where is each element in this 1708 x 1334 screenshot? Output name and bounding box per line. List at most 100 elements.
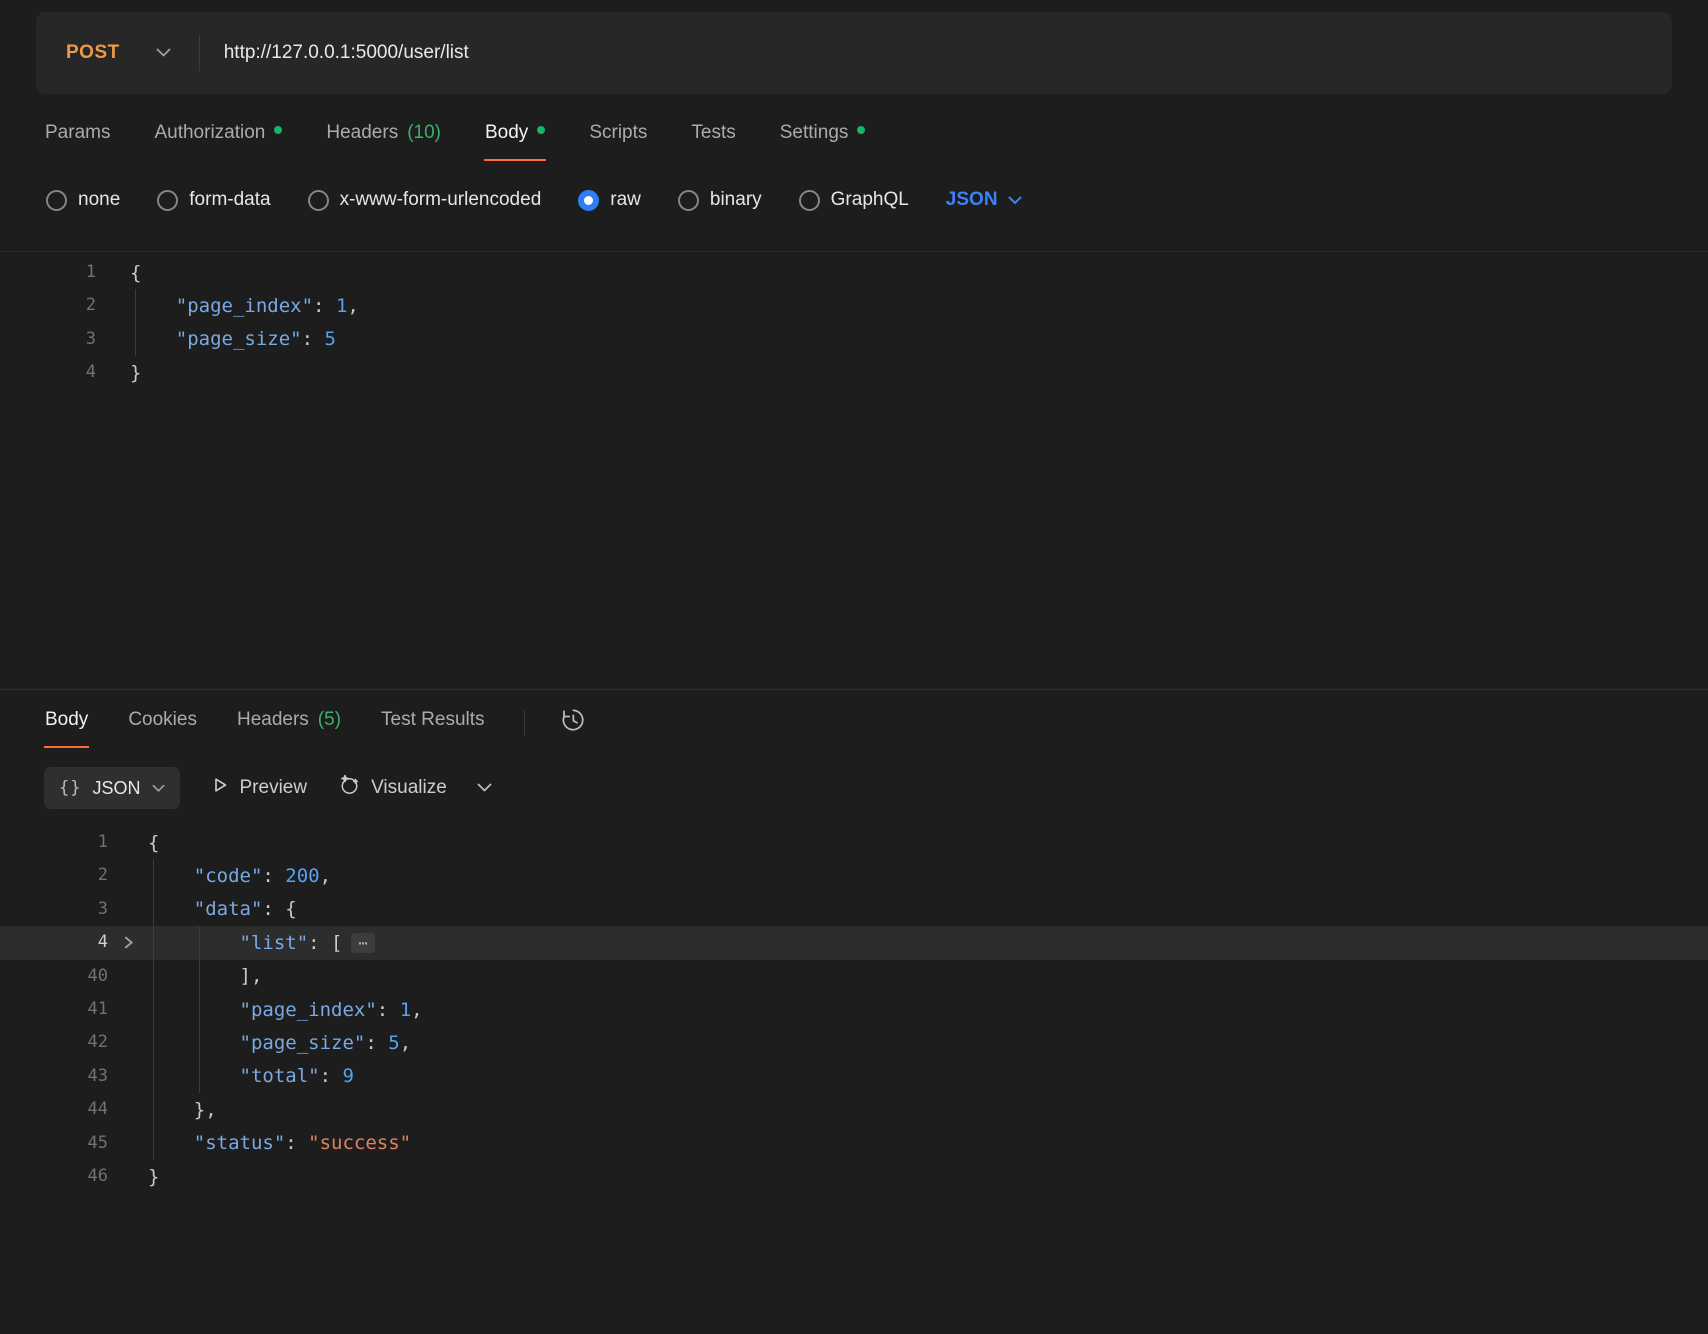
request-tab-body[interactable]: Body — [484, 110, 547, 161]
code-text: "list": [⋯ — [148, 926, 1708, 960]
code-line-4[interactable]: 4} — [0, 356, 1708, 389]
code-token: : — [285, 1132, 309, 1155]
code-line-1[interactable]: 1{ — [0, 256, 1708, 289]
request-tab-settings[interactable]: Settings — [779, 110, 867, 161]
response-tab-test-results[interactable]: Test Results — [380, 697, 485, 748]
code-token: , — [319, 865, 332, 888]
body-type-graphql[interactable]: GraphQL — [798, 189, 909, 211]
line-number: 44 — [87, 1099, 108, 1120]
fold-space — [108, 1060, 148, 1093]
code-line-3[interactable]: 3 "data": { — [0, 892, 1708, 927]
preview-button[interactable]: Preview — [210, 775, 308, 801]
indent-guide — [153, 1059, 155, 1094]
body-type-label: x-www-form-urlencoded — [339, 189, 542, 210]
chevron-down-icon — [156, 48, 171, 58]
request-body-editor[interactable]: 1{2 "page_index": 1,3 "page_size": 5 4} — [0, 251, 1708, 690]
play-icon — [210, 775, 230, 801]
request-tab-authorization-label: Authorization — [154, 122, 266, 143]
body-type-label: raw — [610, 189, 641, 210]
response-body-editor[interactable]: 1{2 "code": 200, 3 "data": {4 "list": [⋯ 4… — [0, 824, 1708, 1193]
code-line-1[interactable]: 1{ — [0, 826, 1708, 859]
code-text: { — [130, 256, 1708, 289]
fold-space — [108, 993, 148, 1026]
code-line-43[interactable]: 43 "total": 9 — [0, 1059, 1708, 1094]
line-number: 1 — [85, 262, 96, 282]
unsaved-changes-dot — [274, 126, 283, 134]
code-line-4[interactable]: 4 "list": [⋯ — [0, 926, 1708, 960]
indent-guide — [153, 1093, 155, 1127]
body-type-x-www-form-urlencoded[interactable]: x-www-form-urlencoded — [307, 189, 542, 211]
code-text: }, — [148, 1093, 1708, 1127]
body-type-binary[interactable]: binary — [677, 189, 762, 211]
line-number: 43 — [87, 1065, 108, 1086]
indent-guide — [198, 1059, 200, 1094]
collapsed-ellipsis-icon[interactable]: ⋯ — [351, 932, 375, 953]
fold-space — [96, 356, 130, 389]
response-history-button[interactable] — [559, 706, 587, 739]
code-token: , — [399, 1032, 412, 1055]
visualize-label: Visualize — [371, 777, 447, 798]
code-token: : — [313, 295, 336, 318]
request-tab-params-label: Params — [45, 122, 111, 143]
line-number: 46 — [87, 1165, 108, 1186]
code-line-3[interactable]: 3 "page_size": 5 — [0, 322, 1708, 357]
fold-space — [108, 893, 148, 926]
body-type-label: form-data — [189, 189, 271, 210]
preview-label: Preview — [239, 777, 308, 798]
body-type-raw[interactable]: raw — [578, 189, 641, 211]
code-token: , — [347, 295, 359, 318]
code-line-46[interactable]: 46} — [0, 1160, 1708, 1193]
radio-icon — [798, 189, 820, 211]
response-tab-cookies[interactable]: Cookies — [127, 697, 198, 748]
response-tabs: Body Cookies Headers (5) Test Results — [44, 697, 587, 748]
indent-guide — [198, 992, 200, 1027]
fold-space — [96, 289, 130, 322]
chevron-down-icon[interactable] — [477, 783, 492, 793]
code-line-45[interactable]: 45 "status": "success" — [0, 1126, 1708, 1160]
code-line-42[interactable]: 42 "page_size": 5, — [0, 1026, 1708, 1060]
code-token: { — [148, 831, 160, 854]
request-tab-authorization[interactable]: Authorization — [153, 110, 283, 161]
code-line-40[interactable]: 40 ], — [0, 959, 1708, 993]
request-tab-tests-label: Tests — [691, 122, 736, 143]
code-token: 5 — [388, 1032, 400, 1055]
request-tab-headers[interactable]: Headers (10) — [325, 110, 442, 161]
code-token: "page_size" — [239, 1032, 366, 1055]
url-input[interactable] — [199, 42, 1672, 64]
line-number: 40 — [87, 965, 108, 986]
code-token: 5 — [324, 328, 336, 351]
request-tab-scripts[interactable]: Scripts — [588, 110, 648, 161]
code-line-41[interactable]: 41 "page_index": 1, — [0, 992, 1708, 1027]
body-language-selector[interactable]: JSON — [946, 189, 1022, 211]
response-format-label: JSON — [92, 777, 141, 798]
indent-guide — [198, 959, 200, 993]
code-token: "list" — [239, 931, 309, 954]
code-line-2[interactable]: 2 "code": 200, — [0, 859, 1708, 893]
code-line-44[interactable]: 44 }, — [0, 1093, 1708, 1127]
response-tab-headers[interactable]: Headers (5) — [236, 697, 342, 748]
code-text: "page_index": 1, — [148, 992, 1708, 1027]
body-type-form-data[interactable]: form-data — [157, 189, 271, 211]
indent-guide — [153, 959, 155, 993]
code-token: , — [411, 998, 423, 1021]
request-tab-params[interactable]: Params — [44, 110, 111, 161]
method-selector[interactable]: POST — [36, 42, 199, 64]
indent-guide — [153, 992, 155, 1027]
request-tab-settings-label: Settings — [779, 122, 849, 143]
visualize-button[interactable]: Visualize — [337, 773, 447, 803]
fold-toggle-icon[interactable] — [108, 926, 148, 959]
code-line-2[interactable]: 2 "page_index": 1, — [0, 289, 1708, 323]
body-type-none[interactable]: none — [46, 189, 120, 211]
body-type-label: binary — [709, 189, 762, 210]
response-tab-body[interactable]: Body — [44, 697, 90, 748]
response-toolbar: JSON Preview Visualize — [44, 766, 492, 810]
code-token: }, — [148, 1098, 217, 1121]
response-format-dropdown[interactable]: JSON — [44, 767, 180, 809]
indent-guide — [198, 1026, 200, 1060]
request-tab-tests[interactable]: Tests — [690, 110, 736, 161]
